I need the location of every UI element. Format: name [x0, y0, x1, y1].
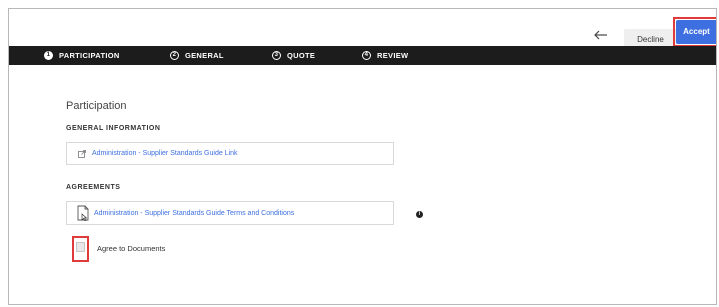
- step-label: GENERAL: [185, 51, 224, 60]
- step-participation[interactable]: 1 PARTICIPATION: [44, 46, 120, 65]
- agreements-heading: AGREEMENTS: [66, 184, 121, 191]
- document-icon: [77, 205, 89, 221]
- arrow-left-icon[interactable]: [594, 30, 608, 40]
- page-title: Participation: [66, 100, 127, 112]
- progress-stepper: 1 PARTICIPATION 2 GENERAL 3 QUOTE 4 REVI…: [9, 46, 716, 65]
- info-icon[interactable]: i: [416, 211, 423, 218]
- terms-document-link[interactable]: Administration - Supplier Standards Guid…: [94, 210, 294, 217]
- agree-checkbox-label[interactable]: Agree to Documents: [97, 244, 165, 253]
- top-bar: Decline Accept: [9, 9, 716, 51]
- app-frame: Decline Accept 1 PARTICIPATION 2 GENERAL…: [8, 8, 717, 305]
- step-number: 1: [44, 51, 53, 60]
- supplier-guide-link[interactable]: Administration - Supplier Standards Guid…: [92, 150, 238, 157]
- step-review[interactable]: 4 REVIEW: [362, 46, 408, 65]
- step-number: 2: [170, 51, 179, 60]
- external-link-icon: [78, 149, 86, 158]
- step-label: PARTICIPATION: [59, 51, 120, 60]
- agree-checkbox[interactable]: [76, 242, 85, 252]
- general-information-heading: GENERAL INFORMATION: [66, 125, 161, 132]
- step-label: QUOTE: [287, 51, 316, 60]
- step-quote[interactable]: 3 QUOTE: [272, 46, 315, 65]
- accept-button[interactable]: Accept: [676, 20, 716, 44]
- step-label: REVIEW: [377, 51, 409, 60]
- step-number: 3: [272, 51, 281, 60]
- step-number: 4: [362, 51, 371, 60]
- step-general[interactable]: 2 GENERAL: [170, 46, 224, 65]
- terms-document-card[interactable]: Administration - Supplier Standards Guid…: [66, 201, 394, 225]
- supplier-guide-link-card[interactable]: Administration - Supplier Standards Guid…: [66, 142, 394, 165]
